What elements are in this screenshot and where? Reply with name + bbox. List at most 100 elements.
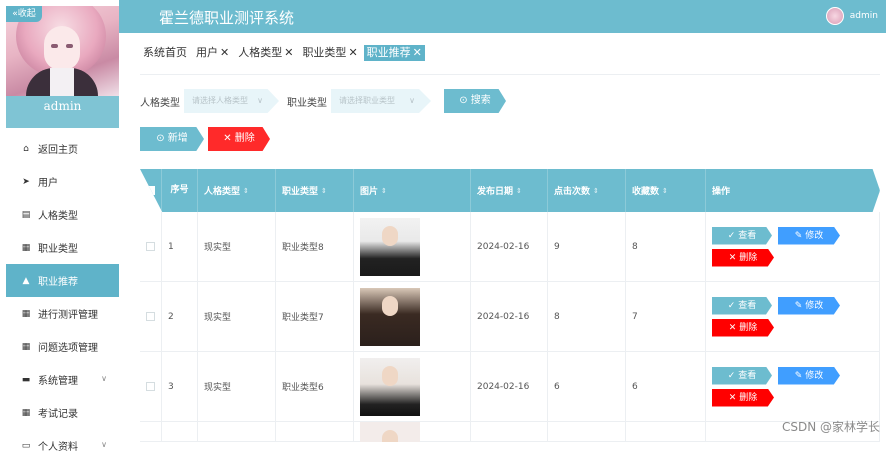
edit-button[interactable]: ✎ 修改 (778, 227, 840, 245)
column-header[interactable]: 职业类型⇕ (276, 169, 354, 212)
sidebar: admin «收起 ⌂返回主页➤用户 ▤ 人格类型 ▦ 职业类型 ▲ 职业推荐 ▦ 进行测评管理… (6, 6, 119, 441)
check-icon: ✓ (728, 231, 736, 241)
column-header[interactable]: 人格类型⇕ (198, 169, 276, 212)
column-header[interactable]: 发布日期⇕ (471, 169, 548, 212)
user-card-icon: ▭ (21, 441, 31, 451)
close-icon: ✕ (729, 253, 737, 263)
table-header: 序号 人格类型⇕ 职业类型⇕ 图片⇕ 发布日期⇕ 点击次数⇕ 收藏数⇕ 操作 (140, 169, 880, 212)
app-title: 霍兰德职业测评系统 (159, 7, 294, 28)
row-checkbox[interactable] (146, 382, 155, 391)
delete-button[interactable]: ✕ 删除 (712, 249, 774, 267)
close-icon: ✕ (223, 133, 231, 144)
cell-favorites: 6 (626, 352, 706, 421)
tab[interactable]: 用户✕ (193, 45, 232, 61)
watermark: CSDN @家林学长 (782, 418, 880, 435)
cell-career: 职业类型6 (276, 352, 354, 421)
cell-date: 2024-02-16 (471, 352, 548, 421)
grid-icon: ▦ (21, 309, 31, 319)
search-icon: ⊙ (459, 95, 467, 106)
cell-index: 2 (162, 282, 198, 351)
close-icon[interactable]: ✕ (348, 46, 357, 59)
view-button[interactable]: ✓ 查看 (712, 227, 772, 245)
view-button[interactable]: ✓ 查看 (712, 297, 772, 315)
tab[interactable]: 人格类型✕ (235, 45, 296, 61)
sort-icon: ⇕ (321, 187, 327, 195)
cell-date: 2024-02-16 (471, 282, 548, 351)
sidebar-item[interactable]: ⌂返回主页 (6, 132, 119, 165)
cell-favorites: 7 (626, 282, 706, 351)
column-header[interactable]: 图片⇕ (354, 169, 471, 212)
close-icon[interactable]: ✕ (284, 46, 293, 59)
edit-button[interactable]: ✎ 修改 (778, 297, 840, 315)
cell-date: 2024-02-16 (471, 212, 548, 281)
sidebar-item[interactable]: ▦ 问题选项管理 (6, 330, 119, 363)
grid-icon: ▦ (21, 342, 31, 352)
edit-button[interactable]: ✎ 修改 (778, 367, 840, 385)
collapse-sidebar-button[interactable]: «收起 (6, 6, 42, 22)
personality-type-label: 人格类型 (140, 94, 180, 109)
row-photo (360, 422, 420, 442)
career-type-label: 职业类型 (287, 94, 327, 109)
row-checkbox[interactable] (146, 242, 155, 251)
thumb-up-icon: ▲ (21, 276, 31, 286)
chevron-down-icon: ∨ (101, 374, 107, 383)
sidebar-item[interactable]: ▦ 进行测评管理 (6, 297, 119, 330)
tab[interactable]: 职业类型✕ (299, 45, 360, 61)
table-row: 1现实型职业类型82024-02-1698✓ 查看✎ 修改✕ 删除 (140, 212, 880, 282)
sidebar-item-label: 问题选项管理 (38, 339, 98, 354)
sidebar-item[interactable]: ▦ 考试记录 (6, 396, 119, 429)
grid-icon: ▦ (21, 243, 31, 253)
search-button[interactable]: ⊙ 搜索 (444, 89, 506, 113)
column-header: 序号 (162, 169, 198, 212)
sidebar-item-label: 个人资料 (38, 438, 78, 453)
cell-personality: 现实型 (198, 352, 276, 421)
sidebar-item[interactable]: ➤用户 (6, 165, 119, 198)
view-button[interactable]: ✓ 查看 (712, 367, 772, 385)
column-header[interactable]: 收藏数⇕ (626, 169, 706, 212)
document-icon: ▤ (21, 210, 31, 220)
select-all-checkbox[interactable] (146, 186, 155, 195)
sidebar-item-label: 人格类型 (38, 207, 78, 222)
table-row: 2现实型职业类型72024-02-1687✓ 查看✎ 修改✕ 删除 (140, 282, 880, 352)
add-button[interactable]: ⊙ 新增 (140, 127, 204, 151)
career-type-select[interactable]: 请选择职业类型 ∨ (331, 89, 431, 113)
tab[interactable]: 职业推荐✕ (364, 45, 425, 61)
batch-delete-button[interactable]: ✕ 删除 (208, 127, 270, 151)
sidebar-item[interactable]: ▭个人资料∨ (6, 429, 119, 462)
column-header: 操作 (706, 169, 880, 212)
sidebar-username: admin (6, 99, 119, 113)
table-row (140, 422, 880, 442)
sidebar-item[interactable]: ▤ 人格类型 (6, 198, 119, 231)
sidebar-item-label: 返回主页 (38, 141, 78, 156)
cell-index: 3 (162, 352, 198, 421)
sidebar-menu: ⌂返回主页➤用户 ▤ 人格类型 ▦ 职业类型 ▲ 职业推荐 ▦ 进行测评管理 ▦ 问题选项管理 ▬系统… (6, 132, 119, 462)
delete-button[interactable]: ✕ 删除 (712, 389, 774, 407)
personality-type-select[interactable]: 请选择人格类型 ∨ (184, 89, 279, 113)
sidebar-item[interactable]: ▦ 职业类型 (6, 231, 119, 264)
sidebar-item-label: 职业类型 (38, 240, 78, 255)
tab[interactable]: 系统首页 (140, 45, 190, 61)
sidebar-item-label: 职业推荐 (38, 273, 78, 288)
grid-icon: ▦ (21, 408, 31, 418)
column-header[interactable]: 点击次数⇕ (548, 169, 626, 212)
search-bar: 人格类型 请选择人格类型 ∨ 职业类型 请选择职业类型 ∨ ⊙ 搜索 (140, 89, 506, 113)
pencil-icon: ✎ (795, 301, 803, 311)
sidebar-item-label: 考试记录 (38, 405, 78, 420)
sidebar-item-label: 进行测评管理 (38, 306, 98, 321)
close-icon[interactable]: ✕ (413, 46, 422, 59)
breadcrumb-tabs: 系统首页用户✕人格类型✕职业类型✕职业推荐✕ (140, 45, 428, 61)
cell-clicks: 9 (548, 212, 626, 281)
add-icon: ⊙ (156, 133, 164, 144)
sidebar-item[interactable]: ▲ 职业推荐 (6, 264, 119, 297)
close-icon[interactable]: ✕ (220, 46, 229, 59)
row-photo (360, 288, 420, 346)
sort-icon: ⇕ (516, 187, 522, 195)
chevron-down-icon: ∨ (257, 89, 263, 113)
header-user-menu[interactable]: admin (826, 7, 878, 25)
sidebar-item[interactable]: ▬系统管理∨ (6, 363, 119, 396)
row-photo (360, 218, 420, 276)
sort-icon: ⇕ (593, 187, 599, 195)
delete-button[interactable]: ✕ 删除 (712, 319, 774, 337)
row-checkbox[interactable] (146, 312, 155, 321)
cell-personality: 现实型 (198, 212, 276, 281)
